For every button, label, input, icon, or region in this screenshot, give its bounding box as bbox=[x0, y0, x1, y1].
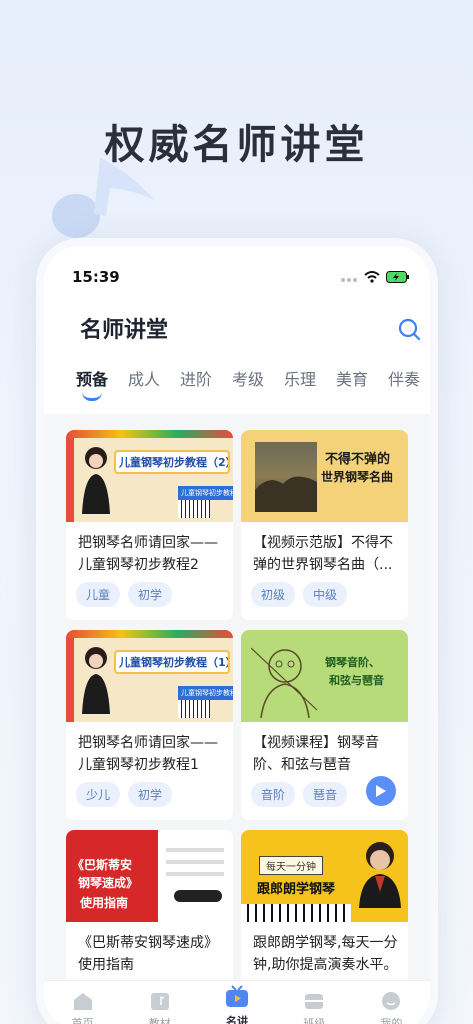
course-tag: 音阶 bbox=[251, 782, 296, 807]
page-title: 名师讲堂 bbox=[80, 318, 169, 343]
course-thumbnail: 儿童钢琴初步教程（1） 儿童钢琴初步教程 bbox=[66, 630, 233, 722]
title-bar: 名师讲堂 bbox=[44, 312, 430, 352]
course-tag: 中级 bbox=[303, 582, 348, 607]
tab-prep[interactable]: 预备 bbox=[66, 366, 118, 406]
thumb-title: 每天一分钟 bbox=[259, 856, 323, 875]
tabbar-textbook[interactable]: 教材 bbox=[121, 981, 198, 1024]
tabbar-lectures[interactable]: 名讲 bbox=[198, 981, 275, 1024]
thumb-title: 《巴斯蒂安 bbox=[72, 858, 133, 872]
course-tag: 初学 bbox=[128, 782, 173, 807]
course-card[interactable]: 每天一分钟 跟郎朗学钢琴 跟郎朗学钢琴,每天一分钟,助你提高演奏水平。 bbox=[241, 830, 408, 990]
course-thumbnail: 每天一分钟 跟郎朗学钢琴 bbox=[241, 830, 408, 922]
home-icon bbox=[73, 993, 92, 1010]
course-card[interactable]: 儿童钢琴初步教程（1） 儿童钢琴初步教程 把钢琴名师请回家——儿童钢琴初步教程1… bbox=[66, 630, 233, 820]
play-icon bbox=[376, 785, 386, 797]
bottom-tab-bar: 首页 教材 名讲 班级 我的 bbox=[44, 980, 430, 1024]
book-icon bbox=[150, 993, 169, 1010]
course-title: 把钢琴名师请回家——儿童钢琴初步教程1 bbox=[78, 735, 218, 773]
tabbar-class[interactable]: 班级 bbox=[276, 981, 353, 1024]
course-card[interactable]: 儿童钢琴初步教程（2） 儿童钢琴初步教程 把钢琴名师请回家——儿童钢琴初步教程2… bbox=[66, 430, 233, 620]
thumb-subtitle: 钢琴速成》 bbox=[78, 876, 139, 890]
course-tag: 初学 bbox=[128, 582, 173, 607]
course-title: 跟郎朗学钢琴,每天一分钟,助你提高演奏水平。 bbox=[253, 935, 398, 973]
battery-icon bbox=[386, 271, 409, 283]
course-tag: 琶音 bbox=[303, 782, 348, 807]
play-button[interactable] bbox=[366, 776, 396, 806]
search-icon[interactable] bbox=[396, 316, 422, 342]
wifi-icon bbox=[364, 271, 380, 283]
tab-theory[interactable]: 乐理 bbox=[274, 366, 326, 406]
thumb-title: 不得不弹的 bbox=[325, 452, 391, 467]
tab-aesthetics[interactable]: 美育 bbox=[326, 366, 378, 406]
thumb-title: 儿童钢琴初步教程（1） bbox=[114, 650, 230, 674]
tabbar-label: 班级 bbox=[303, 1017, 326, 1024]
thumb-subtitle: 世界钢琴名曲 bbox=[321, 470, 394, 484]
course-title: 《巴斯蒂安钢琴速成》使用指南 bbox=[78, 935, 218, 973]
course-thumbnail: 儿童钢琴初步教程（2） 儿童钢琴初步教程 bbox=[66, 430, 233, 522]
course-title: 【视频示范版】不得不弹的世界钢琴名曲（... bbox=[253, 535, 393, 573]
signal-icon bbox=[341, 278, 357, 282]
course-card[interactable]: 《巴斯蒂安 钢琴速成》 使用指南 《巴斯蒂安钢琴速成》使用指南 bbox=[66, 830, 233, 990]
course-thumbnail: 钢琴音阶、 和弦与琶音 bbox=[241, 630, 408, 722]
course-thumbnail: 不得不弹的 世界钢琴名曲 bbox=[241, 430, 408, 522]
thumb-subtitle: 和弦与琶音 bbox=[329, 674, 384, 687]
course-card[interactable]: 不得不弹的 世界钢琴名曲 【视频示范版】不得不弹的世界钢琴名曲（... 初级 中… bbox=[241, 430, 408, 620]
tab-adult[interactable]: 成人 bbox=[118, 366, 170, 406]
course-tags: 音阶 琶音 bbox=[251, 782, 348, 807]
course-tags: 儿童 初学 bbox=[76, 582, 173, 607]
course-tags: 初级 中级 bbox=[251, 582, 348, 607]
app-screen: 15:39 名师讲堂 预备 成人 进阶 考级 乐理 美育 伴奏 儿童钢琴初步教程… bbox=[44, 246, 430, 1024]
course-tag: 初级 bbox=[251, 582, 296, 607]
thumb-title: 儿童钢琴初步教程（2） bbox=[114, 450, 230, 474]
folder-icon bbox=[305, 994, 324, 1009]
course-thumbnail: 《巴斯蒂安 钢琴速成》 使用指南 bbox=[66, 830, 233, 922]
thumb-title: 钢琴音阶、 bbox=[325, 656, 380, 669]
tab-advanced[interactable]: 进阶 bbox=[170, 366, 222, 406]
tv-icon bbox=[226, 985, 248, 1007]
course-tag: 少儿 bbox=[76, 782, 121, 807]
tab-exam[interactable]: 考级 bbox=[222, 366, 274, 406]
tabbar-label: 我的 bbox=[380, 1017, 403, 1024]
status-bar: 15:39 bbox=[72, 266, 410, 288]
course-title: 把钢琴名师请回家——儿童钢琴初步教程2 bbox=[78, 535, 218, 573]
status-time: 15:39 bbox=[72, 268, 120, 286]
tabbar-profile[interactable]: 我的 bbox=[353, 981, 430, 1024]
thumb-subtitle-2: 使用指南 bbox=[80, 896, 129, 910]
thumb-subtitle: 儿童钢琴初步教程 bbox=[178, 486, 233, 500]
music-note-icon bbox=[52, 158, 154, 238]
course-grid: 儿童钢琴初步教程（2） 儿童钢琴初步教程 把钢琴名师请回家——儿童钢琴初步教程2… bbox=[44, 414, 430, 1024]
course-tag: 儿童 bbox=[76, 582, 121, 607]
tabbar-home[interactable]: 首页 bbox=[44, 981, 121, 1024]
course-tags: 少儿 初学 bbox=[76, 782, 173, 807]
tabbar-label: 首页 bbox=[71, 1017, 94, 1024]
thumb-subtitle: 儿童钢琴初步教程 bbox=[178, 686, 233, 700]
course-card[interactable]: 钢琴音阶、 和弦与琶音 【视频课程】钢琴音阶、和弦与琶音 音阶 琶音 bbox=[241, 630, 408, 820]
profile-icon bbox=[382, 992, 401, 1010]
status-icons bbox=[340, 271, 410, 283]
tabbar-label: 名讲 bbox=[226, 1015, 248, 1024]
phone-frame: 15:39 名师讲堂 预备 成人 进阶 考级 乐理 美育 伴奏 儿童钢琴初步教程… bbox=[36, 238, 438, 1024]
course-title: 【视频课程】钢琴音阶、和弦与琶音 bbox=[253, 735, 379, 773]
tabbar-label: 教材 bbox=[148, 1017, 171, 1024]
category-tabs: 预备 成人 进阶 考级 乐理 美育 伴奏 bbox=[66, 366, 430, 406]
thumb-subtitle: 跟郎朗学钢琴 bbox=[257, 882, 336, 897]
tab-accompaniment[interactable]: 伴奏 bbox=[378, 366, 430, 406]
